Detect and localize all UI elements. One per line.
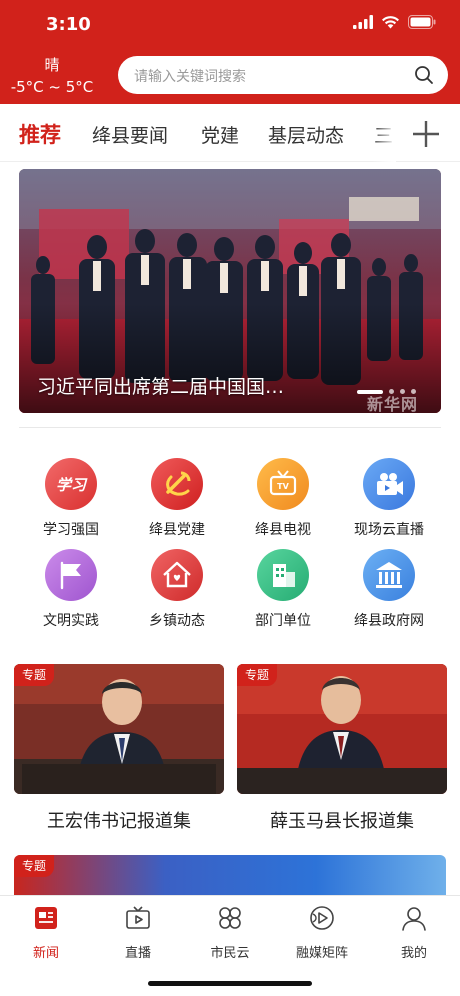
tab-recommend[interactable]: 推荐 <box>19 119 61 149</box>
search-icon[interactable] <box>414 65 434 85</box>
tab-grassroots[interactable]: 基层动态 <box>268 121 344 148</box>
pagination-dot-active[interactable] <box>357 389 383 394</box>
weather-widget[interactable]: 晴 -5°C ~ 5°C <box>4 55 100 97</box>
grid-icon <box>219 907 241 929</box>
nav-item-profile[interactable]: 我的 <box>368 904 460 961</box>
quick-link-label: 绛县电视 <box>255 522 311 538</box>
quick-link-xuexi[interactable]: 学习 学习强国 <box>16 458 126 539</box>
pagination-dot[interactable] <box>400 389 405 394</box>
search-placeholder: 请输入关键词搜索 <box>134 69 246 85</box>
app-header: 3:10 晴 -5°C ~ 5°C 请输入关键词搜索 <box>0 0 460 104</box>
topic-image: 专题 <box>237 664 447 794</box>
svg-text:学习: 学习 <box>56 476 88 494</box>
weather-temperature: -5°C ~ 5°C <box>10 78 94 96</box>
flag-icon <box>45 549 97 601</box>
plus-icon[interactable] <box>410 118 442 150</box>
home-indicator[interactable] <box>148 981 312 986</box>
topic-title: 王宏伟书记报道集 <box>47 811 191 832</box>
channel-tabs: 推荐 绛县要闻 党建 基层动态 三 <box>0 104 392 162</box>
government-icon <box>363 549 415 601</box>
banner-watermark: 新华网 <box>367 395 419 413</box>
quick-link-label: 学习强国 <box>43 522 99 538</box>
quick-link-party[interactable]: 绛县党建 <box>122 458 232 539</box>
topic-tag: 专题 <box>237 664 278 686</box>
topic-title: 薛玉马县长报道集 <box>270 811 414 832</box>
quick-link-label: 文明实践 <box>43 613 99 629</box>
pagination-dot[interactable] <box>411 389 416 394</box>
channel-bar: 推荐 绛县要闻 党建 基层动态 三 <box>0 104 460 162</box>
battery-icon <box>408 15 436 29</box>
news-icon <box>35 907 57 929</box>
svg-text:TV: TV <box>277 482 289 491</box>
nav-label: 直播 <box>124 946 151 961</box>
video-camera-icon <box>363 458 415 510</box>
nav-item-news[interactable]: 新闻 <box>0 904 92 961</box>
signal-icon <box>353 15 373 29</box>
quick-link-government[interactable]: 绛县政府网 <box>334 549 444 630</box>
party-emblem-icon <box>151 458 203 510</box>
building-icon <box>257 549 309 601</box>
nav-label: 融媒矩阵 <box>295 946 348 961</box>
nav-item-live[interactable]: 直播 <box>92 904 184 961</box>
status-bar: 3:10 <box>0 0 460 50</box>
quick-link-label: 现场云直播 <box>354 522 424 538</box>
profile-icon <box>402 907 426 931</box>
quick-link-label: 部门单位 <box>255 613 311 629</box>
topic-card-partial[interactable]: 专题 <box>14 855 446 895</box>
wifi-icon <box>382 16 399 29</box>
channel-fade <box>372 104 396 162</box>
banner-caption: 习近平同出席第二届中国国… <box>37 376 285 398</box>
quick-link-label: 绛县政府网 <box>354 613 424 629</box>
topic-tag: 专题 <box>14 855 55 877</box>
xuexi-icon: 学习 <box>45 458 97 510</box>
tv-icon: TV <box>257 458 309 510</box>
topic-tag: 专题 <box>14 664 55 686</box>
section-divider <box>19 427 441 428</box>
weather-condition: 晴 <box>44 56 60 74</box>
nav-label: 我的 <box>400 946 427 961</box>
nav-label: 新闻 <box>32 946 59 961</box>
quick-link-civilization[interactable]: 文明实践 <box>16 549 126 630</box>
headline-banner[interactable]: 习近平同出席第二届中国国… 新华网 <box>19 169 441 413</box>
topic-card-county-head[interactable]: 专题 薛玉马县长报道集 <box>237 664 447 833</box>
quick-link-label: 乡镇动态 <box>149 613 205 629</box>
status-icons <box>353 15 436 29</box>
banner-pagination <box>357 389 416 394</box>
quick-link-label: 绛县党建 <box>149 522 205 538</box>
search-input[interactable]: 请输入关键词搜索 <box>118 56 448 94</box>
quick-link-departments[interactable]: 部门单位 <box>228 549 338 630</box>
tab-county-news[interactable]: 绛县要闻 <box>92 121 168 148</box>
topic-image: 专题 <box>14 664 224 794</box>
status-time: 3:10 <box>46 14 91 35</box>
media-icon <box>310 906 334 930</box>
live-icon <box>126 906 150 929</box>
topic-card-secretary[interactable]: 专题 王宏伟书记报道集 <box>14 664 224 833</box>
tab-party-building[interactable]: 党建 <box>201 121 239 148</box>
pagination-dot[interactable] <box>389 389 394 394</box>
house-icon <box>151 549 203 601</box>
nav-label: 市民云 <box>210 946 250 961</box>
nav-item-citizen-cloud[interactable]: 市民云 <box>184 904 276 961</box>
quick-link-live-cloud[interactable]: 现场云直播 <box>334 458 444 539</box>
nav-item-media-matrix[interactable]: 融媒矩阵 <box>276 904 368 961</box>
quick-link-tv[interactable]: TV 绛县电视 <box>228 458 338 539</box>
quick-link-towns[interactable]: 乡镇动态 <box>122 549 232 630</box>
